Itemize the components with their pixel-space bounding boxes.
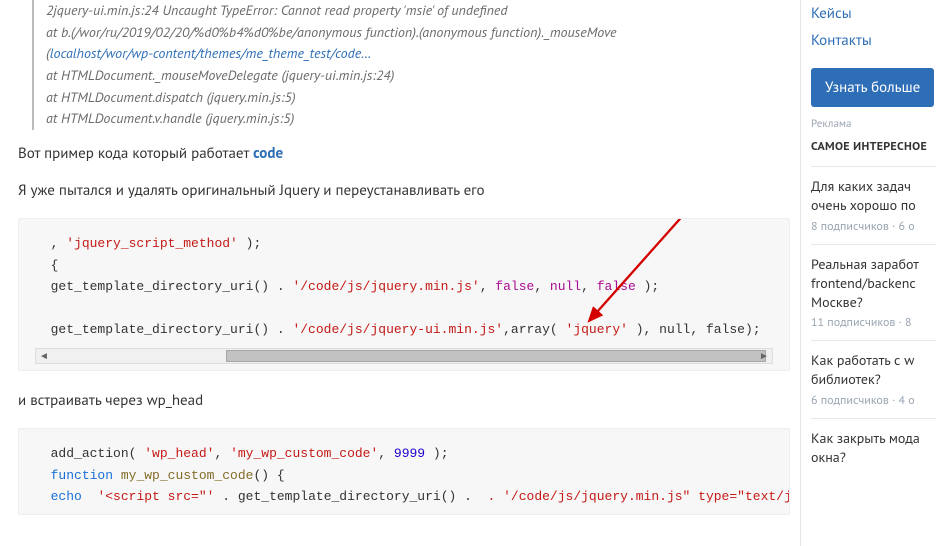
sidebar-item-title: Для каких задач очень хорошо по [811, 177, 936, 215]
code-block-2: add_action( 'wp_head', 'my_wp_custom_cod… [18, 428, 790, 514]
stacktrace-link[interactable]: localhost/wor/wp-content/themes/me_theme… [50, 44, 372, 62]
paragraph: Я уже пытался и удалять оригинальный Jqu… [18, 181, 790, 200]
scroll-right-icon[interactable]: ► [756, 349, 772, 363]
code-block-1: , 'jquery_script_method' ); { get_templa… [18, 218, 790, 371]
sidebar: Кейсы Контакты Узнать больше Реклама САМ… [800, 0, 936, 546]
code-content: add_action( 'wp_head', 'my_wp_custom_cod… [35, 443, 773, 507]
stacktrace-line: 2jquery-ui.min.js:24 Uncaught TypeError:… [46, 0, 790, 22]
stacktrace-line: at HTMLDocument._mouseMoveDelegate (jque… [46, 65, 790, 87]
sidebar-item-title: Реальная заработ frontend/backenc Москве… [811, 255, 936, 312]
sidebar-item-title: Как закрыть мода окна? [811, 429, 936, 467]
sidebar-item-meta: 8 подписчиков · 6 о [811, 219, 936, 234]
scrollbar-thumb[interactable] [226, 350, 766, 362]
main-content: 2jquery-ui.min.js:24 Uncaught TypeError:… [0, 0, 790, 535]
ad-label: Реклама [811, 117, 936, 131]
cta-button[interactable]: Узнать больше [811, 68, 934, 107]
code-link[interactable]: code [253, 144, 283, 163]
sidebar-link-contacts[interactable]: Контакты [811, 27, 936, 54]
sidebar-item-title: Как работать с w библиотек? [811, 351, 936, 389]
sidebar-item-meta: 6 подписчиков · 4 о [811, 393, 936, 408]
sidebar-item[interactable]: Как работать с w библиотек? 6 подписчико… [811, 340, 936, 418]
stacktrace-line: (localhost/wor/wp-content/themes/me_them… [46, 43, 790, 65]
sidebar-link-cases[interactable]: Кейсы [811, 0, 936, 27]
sidebar-item[interactable]: Как закрыть мода окна? [811, 418, 936, 481]
scroll-left-icon[interactable]: ◄ [36, 349, 52, 363]
stacktrace-line: at b.(/wor/ru/2019/02/20/%d0%b4%d0%be/an… [46, 22, 790, 44]
sidebar-section-title: САМОЕ ИНТЕРЕСНОЕ [811, 139, 936, 154]
stacktrace-line: at HTMLDocument.v.handle (jquery.min.js:… [46, 108, 790, 130]
sidebar-item-meta: 11 подписчиков · 8 [811, 315, 936, 330]
code-content: , 'jquery_script_method' ); { get_templa… [35, 233, 773, 340]
paragraph: Вот пример кода который работает code [18, 144, 790, 163]
paragraph: и встраивать через wp_head [18, 391, 790, 410]
stacktrace-block: 2jquery-ui.min.js:24 Uncaught TypeError:… [32, 0, 790, 130]
horizontal-scrollbar[interactable]: ◄ ► [35, 348, 773, 364]
sidebar-item[interactable]: Реальная заработ frontend/backenc Москве… [811, 244, 936, 341]
stacktrace-line: at HTMLDocument.dispatch (jquery.min.js:… [46, 87, 790, 109]
sidebar-item[interactable]: Для каких задач очень хорошо по 8 подпис… [811, 166, 936, 244]
